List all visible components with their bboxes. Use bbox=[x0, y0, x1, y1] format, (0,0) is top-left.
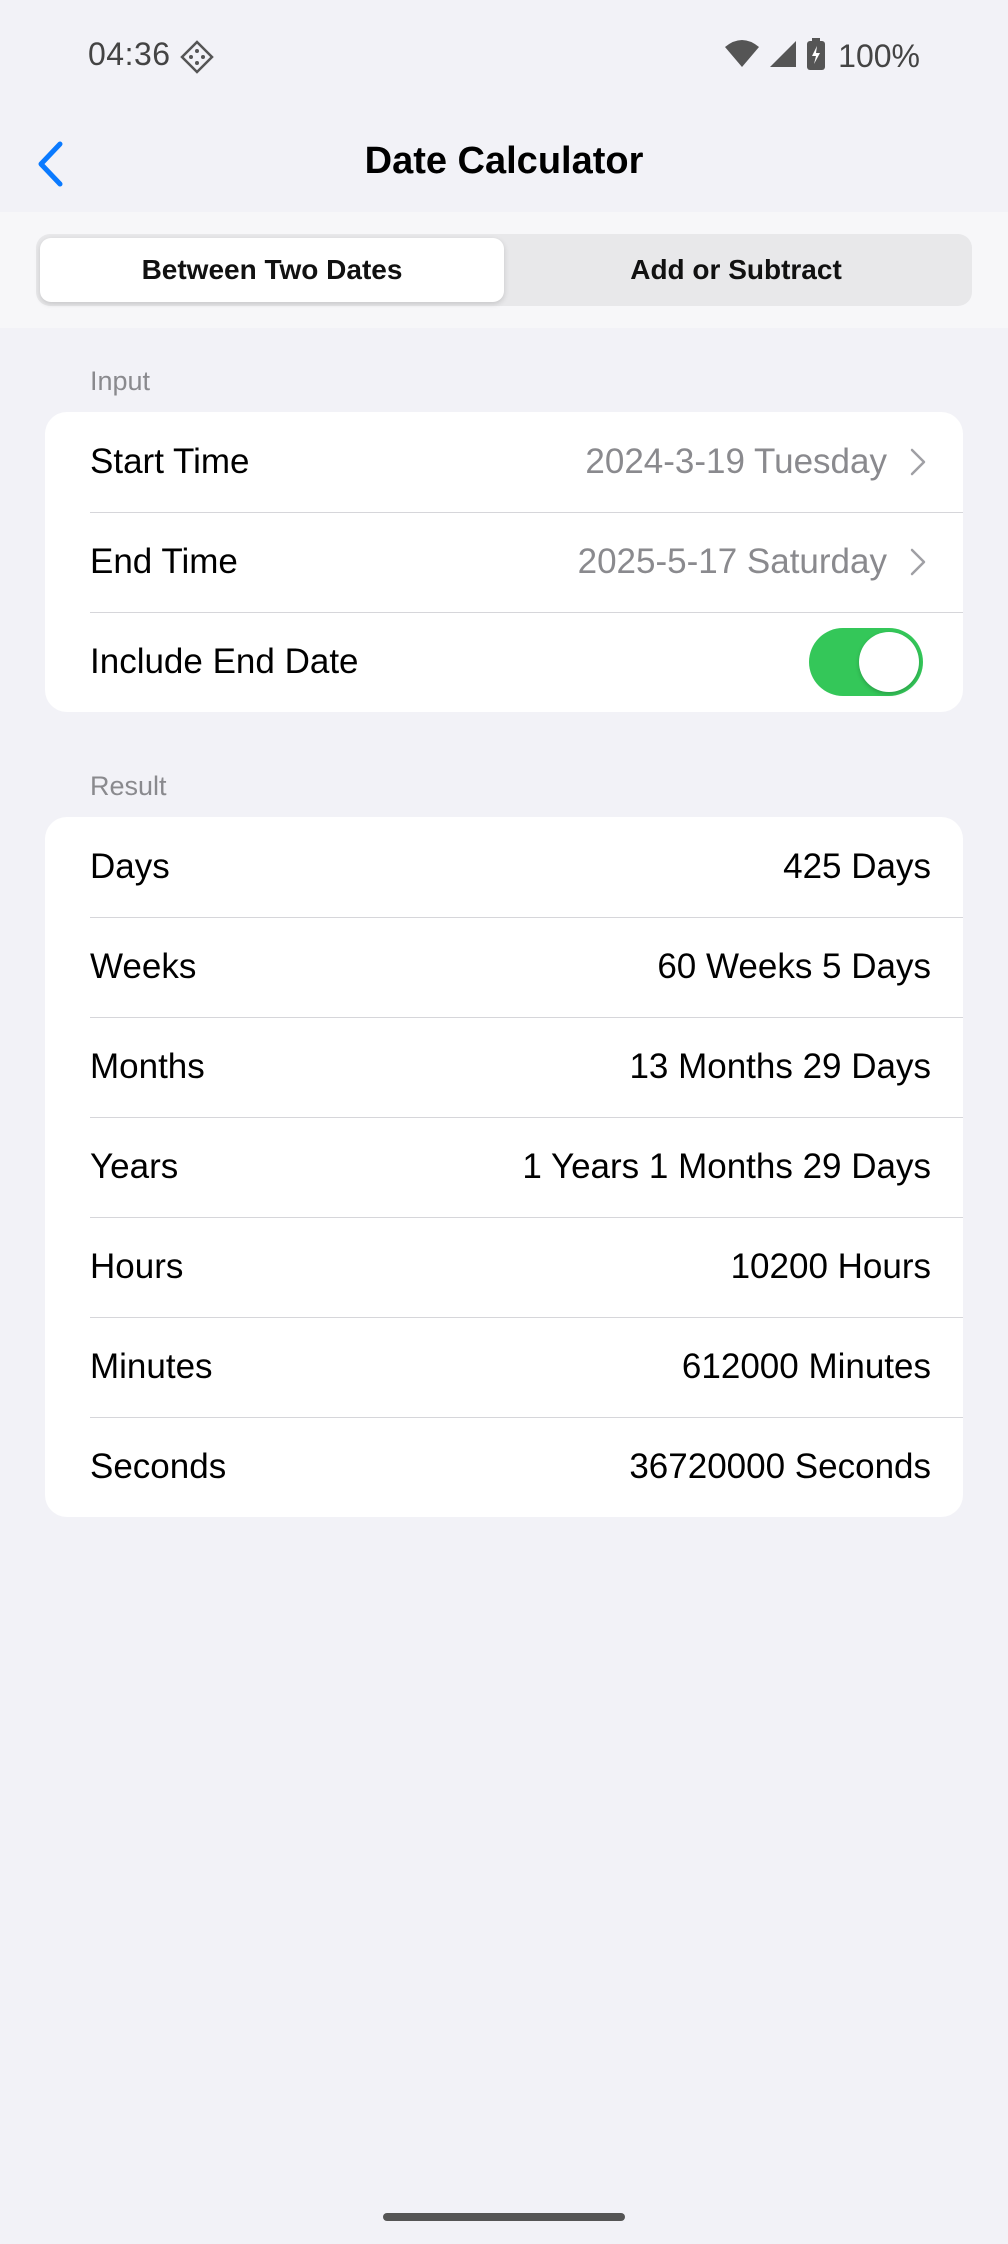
result-row-seconds: Seconds 36720000 Seconds bbox=[45, 1417, 963, 1517]
diamond-icon bbox=[180, 40, 214, 74]
result-row-days: Days 425 Days bbox=[45, 817, 963, 917]
status-bar: 04:36 100% bbox=[0, 0, 1008, 116]
result-label: Months bbox=[90, 1047, 205, 1086]
mode-segmented-control: Between Two Dates Add or Subtract bbox=[36, 234, 972, 306]
input-card: Start Time 2024-3-19 Tuesday End Time 20… bbox=[45, 412, 963, 712]
result-value: 1 Years 1 Months 29 Days bbox=[522, 1147, 931, 1186]
start-time-value: 2024-3-19 Tuesday bbox=[585, 442, 887, 481]
include-end-date-row: Include End Date bbox=[45, 612, 963, 712]
start-time-row[interactable]: Start Time 2024-3-19 Tuesday bbox=[45, 412, 963, 512]
status-indicators: 100% bbox=[724, 36, 920, 76]
result-value: 10200 Hours bbox=[730, 1247, 931, 1286]
end-time-row[interactable]: End Time 2025-5-17 Saturday bbox=[45, 512, 963, 612]
result-label: Minutes bbox=[90, 1347, 213, 1386]
battery-percentage: 100% bbox=[838, 37, 920, 74]
battery-icon bbox=[806, 37, 826, 75]
result-row-hours: Hours 10200 Hours bbox=[45, 1217, 963, 1317]
result-value: 612000 Minutes bbox=[681, 1347, 931, 1386]
result-label: Hours bbox=[90, 1247, 184, 1286]
start-time-label: Start Time bbox=[90, 442, 250, 481]
result-card: Days 425 Days Weeks 60 Weeks 5 Days Mont… bbox=[45, 817, 963, 1517]
input-section-label: Input bbox=[90, 366, 151, 396]
result-value: 60 Weeks 5 Days bbox=[657, 947, 931, 986]
segment-container: Between Two Dates Add or Subtract bbox=[0, 212, 1008, 328]
wifi-icon bbox=[724, 39, 760, 74]
include-end-date-label: Include End Date bbox=[90, 642, 359, 681]
end-time-value: 2025-5-17 Saturday bbox=[577, 542, 887, 581]
toggle-knob bbox=[859, 632, 919, 692]
result-label: Years bbox=[90, 1147, 179, 1186]
page-title: Date Calculator bbox=[364, 140, 644, 182]
date-calculator-screen: 04:36 100% Date Calculator Between Two D… bbox=[0, 0, 1008, 2244]
result-row-years: Years 1 Years 1 Months 29 Days bbox=[45, 1117, 963, 1217]
result-value: 36720000 Seconds bbox=[629, 1447, 931, 1486]
home-indicator[interactable] bbox=[383, 2213, 625, 2221]
result-label: Weeks bbox=[90, 947, 197, 986]
result-row-minutes: Minutes 612000 Minutes bbox=[45, 1317, 963, 1417]
tab-add-or-subtract[interactable]: Add or Subtract bbox=[504, 238, 968, 302]
result-label: Days bbox=[90, 847, 170, 886]
navigation-bar: Date Calculator bbox=[0, 116, 1008, 212]
status-time: 04:36 bbox=[88, 36, 171, 72]
result-value: 425 Days bbox=[783, 847, 931, 886]
result-row-weeks: Weeks 60 Weeks 5 Days bbox=[45, 917, 963, 1017]
signal-icon bbox=[768, 39, 798, 74]
result-row-months: Months 13 Months 29 Days bbox=[45, 1017, 963, 1117]
tab-between-two-dates[interactable]: Between Two Dates bbox=[40, 238, 504, 302]
end-time-label: End Time bbox=[90, 542, 238, 581]
result-value: 13 Months 29 Days bbox=[629, 1047, 931, 1086]
include-end-date-toggle[interactable] bbox=[809, 628, 923, 696]
result-label: Seconds bbox=[90, 1447, 227, 1486]
chevron-right-icon bbox=[909, 445, 931, 479]
chevron-right-icon bbox=[909, 545, 931, 579]
result-section-label: Result bbox=[90, 771, 167, 801]
